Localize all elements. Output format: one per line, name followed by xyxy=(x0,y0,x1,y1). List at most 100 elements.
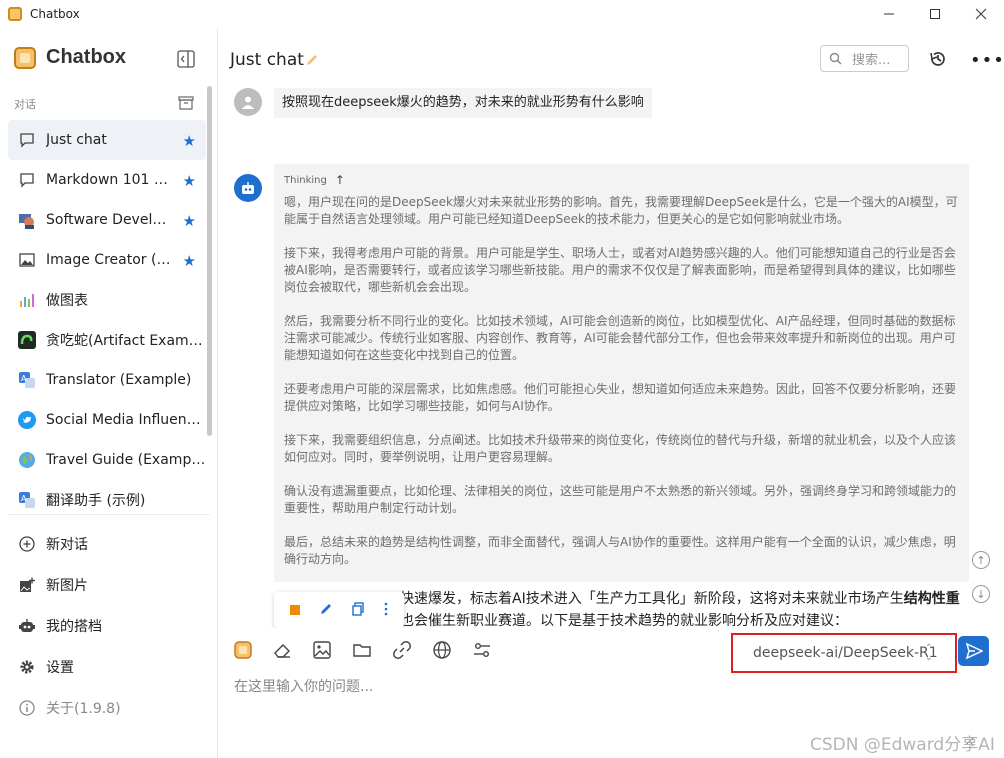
conversation-label: Image Creator (Example) xyxy=(46,252,172,268)
thinking-paragraph: 嗯，用户现在问的是DeepSeek爆火对未来就业形势的影响。首先，我需要理解De… xyxy=(284,195,958,226)
conversation-item-make-chart[interactable]: 做图表 xyxy=(8,280,206,320)
conversation-item-snake-game[interactable]: 贪吃蛇(Artifact Example) xyxy=(8,320,206,360)
link-icon[interactable] xyxy=(391,639,413,661)
conversation-item-social-media[interactable]: Social Media Influencer (Example) xyxy=(8,400,206,440)
stop-icon[interactable] xyxy=(289,601,301,620)
edit-title-icon[interactable] xyxy=(305,52,319,71)
plus-circle-icon xyxy=(18,535,36,553)
conversation-item-just-chat[interactable]: Just chat ★ xyxy=(8,120,206,160)
more-options-icon[interactable]: ••• xyxy=(970,50,1004,71)
conversation-item-translator[interactable]: A Translator (Example) xyxy=(8,360,206,400)
thinking-paragraph: 接下来，我得考虑用户可能的背景。用户可能是学生、职场人士，或者对AI趋势感兴趣的… xyxy=(284,246,956,294)
web-search-globe-icon[interactable] xyxy=(431,639,453,661)
snake-game-icon xyxy=(18,331,36,349)
conversation-label: Travel Guide (Example) xyxy=(46,452,206,468)
svg-text:A: A xyxy=(21,374,27,383)
chatbox-app-icon[interactable] xyxy=(232,639,254,661)
my-partner-button[interactable]: 我的搭档 xyxy=(8,605,210,646)
search-placeholder: 搜索... xyxy=(852,53,891,68)
chatbox-logo-icon xyxy=(14,46,36,69)
history-icon[interactable] xyxy=(929,50,947,72)
star-icon[interactable]: ★ xyxy=(183,212,196,230)
collapse-sidebar-icon[interactable] xyxy=(177,50,195,68)
conversation-item-software-developer[interactable]: Software Developer (Example) ★ xyxy=(8,200,206,240)
star-icon[interactable]: ★ xyxy=(183,252,196,270)
about-label: 关于(1.9.8) xyxy=(46,700,121,717)
collapse-arrow-up-icon[interactable]: ↑ xyxy=(335,173,345,187)
new-chat-button[interactable]: 新对话 xyxy=(8,523,210,564)
conversation-label: Software Developer (Example) xyxy=(46,212,172,228)
svg-text:A: A xyxy=(21,494,27,503)
user-avatar-icon xyxy=(234,88,262,116)
eraser-icon[interactable] xyxy=(271,639,293,661)
globe-icon xyxy=(18,451,36,469)
conversation-item-image-creator[interactable]: Image Creator (Example) ★ xyxy=(8,240,206,280)
new-image-button[interactable]: 新图片 xyxy=(8,564,210,605)
minimize-button[interactable] xyxy=(866,0,912,28)
folder-icon[interactable] xyxy=(351,639,373,661)
sidebar: Chatbox 对话 Just chat ★ Markdown 101 (Exa… xyxy=(0,28,218,758)
user-message: 按照现在deepseek爆火的趋势，对未来的就业形势有什么影响 xyxy=(274,88,652,118)
watermark-text: CSDN @Edward分享AI xyxy=(810,735,995,755)
star-icon[interactable]: ★ xyxy=(183,132,196,150)
copy-icon[interactable] xyxy=(351,601,365,620)
window-title: Chatbox xyxy=(30,7,80,21)
thinking-paragraph: 最后，总结未来的趋势是结构性调整，而非全面替代，强调人与AI协作的重要性。这样用… xyxy=(284,535,956,566)
chat-bubble-icon xyxy=(18,131,36,149)
send-icon xyxy=(965,642,983,660)
chevron-up-down-icon: ⌃ ⌄ xyxy=(924,643,933,663)
conversation-label: Translator (Example) xyxy=(46,372,192,388)
conversation-item-markdown-101[interactable]: Markdown 101 (Example) ★ xyxy=(8,160,206,200)
conversation-label: Just chat xyxy=(46,132,107,148)
answer-bold-text: 结构性重 xyxy=(903,591,960,607)
image-upload-icon[interactable] xyxy=(311,639,333,661)
thinking-paragraph: 确认没有遗漏重要点，比如伦理、法律相关的岗位，这些可能是用户不太熟悉的新兴领域。… xyxy=(284,484,957,515)
conversation-label: 贪吃蛇(Artifact Example) xyxy=(46,333,206,349)
about-button[interactable]: 关于(1.9.8) xyxy=(8,687,210,728)
answer-text: 也会催生新职业赛道。以下是基于技术趋势的就业影响分析及应对建议： xyxy=(400,613,848,628)
search-icon xyxy=(829,52,842,65)
twitter-icon xyxy=(18,411,36,429)
conversation-item-travel-guide[interactable]: Travel Guide (Example) xyxy=(8,440,206,480)
chart-icon xyxy=(18,291,36,309)
assistant-avatar-icon xyxy=(234,174,262,202)
settings-button[interactable]: 设置 xyxy=(8,646,210,687)
answer-text: 快速爆发，标志着AI技术进入「生产力工具化」新阶段，这将对未来就业市场产生 xyxy=(400,591,904,607)
thinking-header[interactable]: Thinking ↑ xyxy=(284,172,959,188)
model-selector[interactable]: deepseek-ai/DeepSeek-R1 ⌃ ⌄ xyxy=(731,633,957,673)
developer-avatar-icon xyxy=(18,211,36,229)
archive-icon[interactable] xyxy=(178,95,194,110)
gear-icon xyxy=(18,658,36,676)
scroll-down-icon[interactable]: ↓ xyxy=(972,585,990,603)
send-button[interactable] xyxy=(958,636,989,666)
thinking-paragraph: 还要考虑用户可能的深层需求，比如焦虑感。他们可能担心失业，想知道如何适应未来趋势… xyxy=(284,382,957,413)
model-name: deepseek-ai/DeepSeek-R1 xyxy=(753,645,938,661)
scroll-up-icon[interactable]: ↑ xyxy=(972,551,990,569)
info-icon xyxy=(18,699,36,717)
add-image-icon xyxy=(18,576,36,594)
maximize-button[interactable] xyxy=(912,0,958,28)
settings-sliders-icon[interactable] xyxy=(471,639,493,661)
chat-header: Just chat 搜索... ••• xyxy=(218,28,1004,88)
image-icon xyxy=(18,251,36,269)
thinking-paragraph: 然后，我需要分析不同行业的变化。比如技术领域，AI可能会创造新的岗位，比如模型优… xyxy=(284,314,956,362)
conversation-list: Just chat ★ Markdown 101 (Example) ★ Sof… xyxy=(8,120,206,520)
translator-icon: A xyxy=(18,371,36,389)
sidebar-scrollbar[interactable] xyxy=(207,86,212,436)
edit-message-icon[interactable] xyxy=(319,601,333,620)
conversation-label: 翻译助手 (示例) xyxy=(46,493,146,509)
conversation-label: Markdown 101 (Example) xyxy=(46,172,172,188)
new-chat-label: 新对话 xyxy=(46,536,88,553)
star-icon[interactable]: ★ xyxy=(183,172,196,190)
brand: Chatbox xyxy=(14,46,126,69)
search-input[interactable]: 搜索... xyxy=(820,45,909,72)
translator-icon: A xyxy=(18,491,36,509)
message-action-toolbar xyxy=(274,592,404,628)
robot-icon xyxy=(18,617,36,635)
close-window-button[interactable] xyxy=(958,0,1004,28)
scroll-controls: ↑ ↓ xyxy=(972,551,990,619)
more-vertical-icon[interactable] xyxy=(383,601,389,620)
brand-name: Chatbox xyxy=(46,46,126,68)
chat-bubble-icon xyxy=(18,171,36,189)
thinking-label: Thinking xyxy=(284,174,327,186)
